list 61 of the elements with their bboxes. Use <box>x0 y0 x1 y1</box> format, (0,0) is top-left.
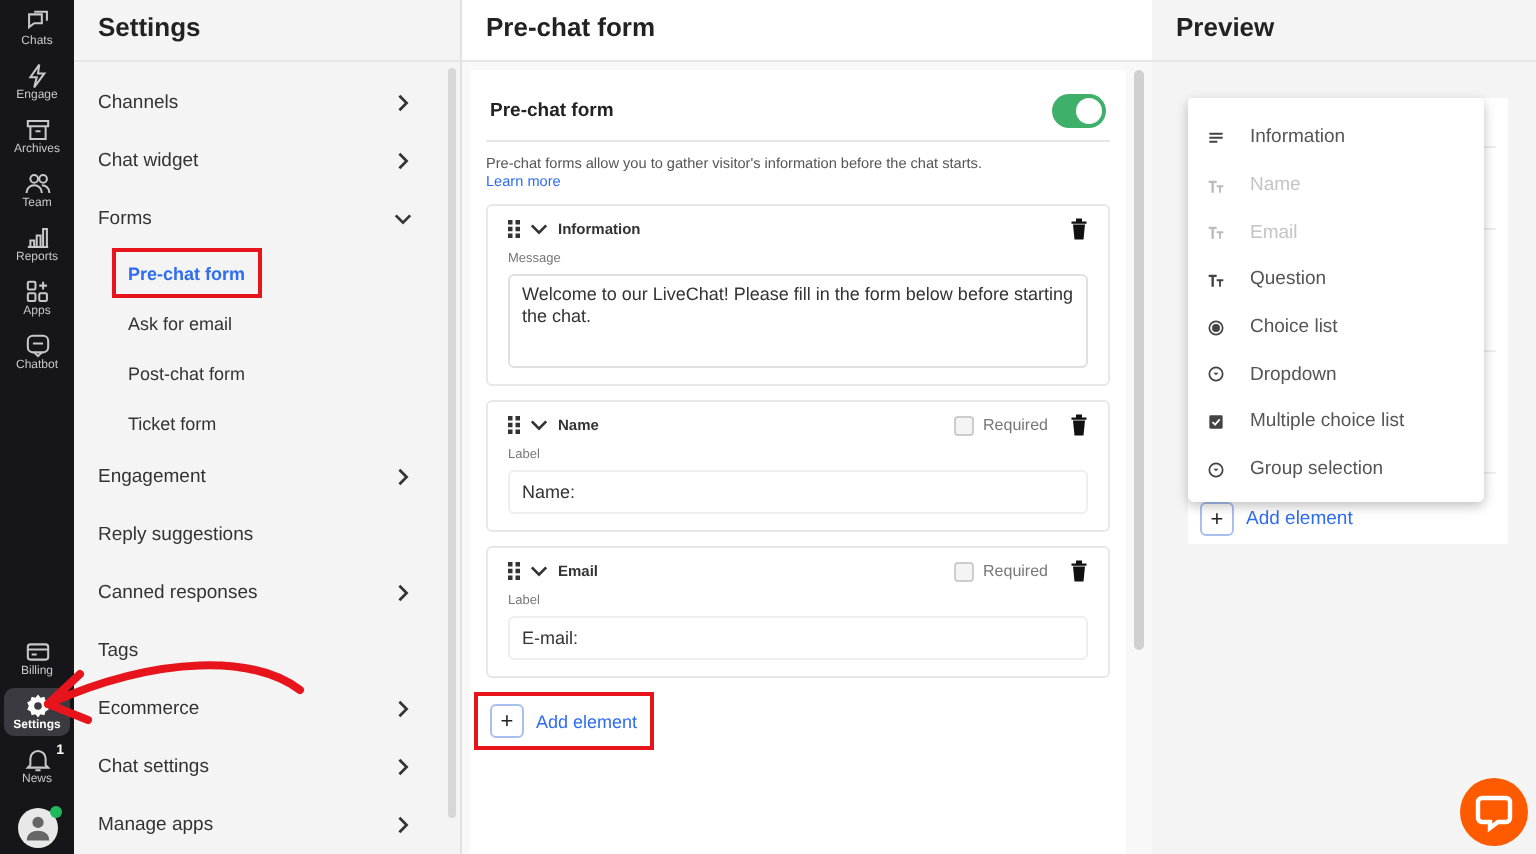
trash-icon[interactable] <box>1070 560 1088 582</box>
text-size-icon <box>1208 224 1224 241</box>
settings-menu-item[interactable]: Chat settings <box>98 738 412 796</box>
checkbox-icon <box>1208 413 1224 430</box>
settings-menu-item[interactable]: Reply suggestions <box>98 506 412 564</box>
required-checkbox[interactable] <box>953 415 974 435</box>
billing-icon <box>23 638 51 666</box>
required-label: Required <box>983 562 1048 580</box>
settings-menu-item[interactable]: Manage apps <box>98 796 412 854</box>
input-field[interactable]: Name: <box>508 470 1088 514</box>
radio-icon <box>1208 319 1224 336</box>
menu-item[interactable]: Dropdown <box>1188 350 1484 399</box>
settings-menu-item[interactable]: Canned responses <box>98 564 412 622</box>
settings-menu-item[interactable]: Ecommerce <box>98 680 412 738</box>
input-field[interactable]: E-mail: <box>508 616 1088 660</box>
chevron-down-icon[interactable] <box>530 220 548 238</box>
menu-item[interactable]: Group selection <box>1188 445 1484 493</box>
section-title: Pre-chat form <box>490 100 614 122</box>
chevron-down-icon[interactable] <box>530 416 548 434</box>
gear-icon <box>23 692 51 720</box>
text-size-icon <box>1208 177 1224 194</box>
settings-menu-item[interactable]: Channels <box>98 74 412 132</box>
settings-submenu-item[interactable]: Post-chat form <box>112 348 262 398</box>
drag-handle-icon[interactable] <box>508 562 520 580</box>
apps-icon <box>23 278 51 306</box>
settings-submenu-item[interactable]: Pre-chat form <box>112 248 262 298</box>
message-field[interactable]: Welcome to our LiveChat! Please fill in the form below before starting the chat. <box>508 274 1088 368</box>
bolt-icon <box>23 62 51 90</box>
scrollbar-thumb[interactable] <box>1134 70 1144 650</box>
menu-item[interactable]: Multiple choice list <box>1188 398 1484 446</box>
required-checkbox[interactable] <box>953 561 974 581</box>
circle-chevron-icon <box>1208 461 1224 478</box>
required-label: Required <box>983 416 1048 434</box>
toggle-switch[interactable] <box>1052 94 1106 128</box>
settings-menu-item[interactable]: Chat widget <box>98 132 412 190</box>
menu-item[interactable]: Choice list <box>1188 303 1484 351</box>
menu-item[interactable]: Question <box>1188 256 1484 304</box>
drag-handle-icon[interactable] <box>508 416 520 434</box>
drag-handle-icon[interactable] <box>508 220 520 238</box>
settings-menu-item[interactable]: Tags <box>98 622 412 680</box>
speech-bubble-icon <box>1474 792 1514 832</box>
text-size-icon <box>1208 271 1224 288</box>
chevron-down-icon[interactable] <box>530 562 548 580</box>
lines-icon <box>1208 129 1224 146</box>
trash-icon[interactable] <box>1070 218 1088 240</box>
chatbot-icon <box>23 332 51 360</box>
settings-menu-item[interactable]: Engagement <box>98 448 412 506</box>
archive-icon <box>23 116 51 144</box>
settings-submenu-item[interactable]: Ticket form <box>112 398 233 448</box>
bell-icon <box>23 746 51 774</box>
trash-icon[interactable] <box>1070 414 1088 436</box>
settings-menu-item[interactable]: Forms <box>98 190 412 248</box>
person-silhouette-icon <box>23 814 51 842</box>
add-element-button[interactable]: + Add element <box>474 692 654 750</box>
team-icon <box>23 170 51 198</box>
chat-bubble-button[interactable] <box>1460 778 1528 846</box>
circle-chevron-icon <box>1208 366 1224 383</box>
reports-icon <box>23 224 51 252</box>
menu-item[interactable]: Information <box>1188 114 1484 162</box>
avatar[interactable] <box>17 808 57 848</box>
settings-submenu-item[interactable]: Ask for email <box>112 298 249 348</box>
